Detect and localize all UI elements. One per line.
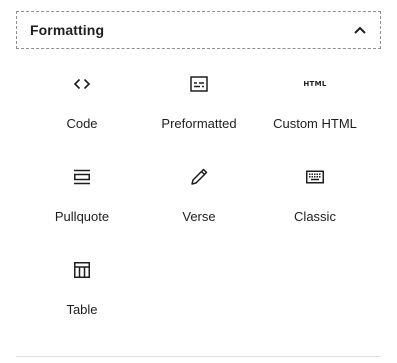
block-label-code: Code	[66, 116, 98, 131]
block-preformatted[interactable]: Preformatted	[141, 56, 257, 144]
pencil-icon	[187, 165, 211, 189]
block-label-preformatted: Preformatted	[161, 116, 237, 131]
block-label-pullquote: Pullquote	[54, 209, 110, 224]
preformatted-icon	[187, 72, 211, 96]
block-pullquote[interactable]: Pullquote	[24, 149, 140, 237]
chevron-up-icon	[353, 23, 367, 37]
html-icon: HTML	[303, 80, 327, 88]
panel-title: Formatting	[30, 22, 105, 38]
block-table[interactable]: Table	[24, 242, 140, 330]
table-icon	[70, 258, 94, 282]
block-classic[interactable]: Classic	[257, 149, 373, 237]
block-label-custom-html: Custom HTML	[273, 116, 357, 131]
divider	[16, 356, 381, 357]
code-icon	[70, 72, 94, 96]
formatting-panel-toggle[interactable]: Formatting	[16, 11, 381, 49]
block-verse[interactable]: Verse	[141, 149, 257, 237]
block-code[interactable]: Code	[24, 56, 140, 144]
keyboard-icon	[303, 165, 327, 189]
block-label-table: Table	[66, 302, 98, 317]
pullquote-icon	[70, 165, 94, 189]
block-custom-html[interactable]: HTML Custom HTML	[257, 56, 373, 144]
block-label-classic: Classic	[294, 209, 336, 224]
block-label-verse: Verse	[182, 209, 216, 224]
